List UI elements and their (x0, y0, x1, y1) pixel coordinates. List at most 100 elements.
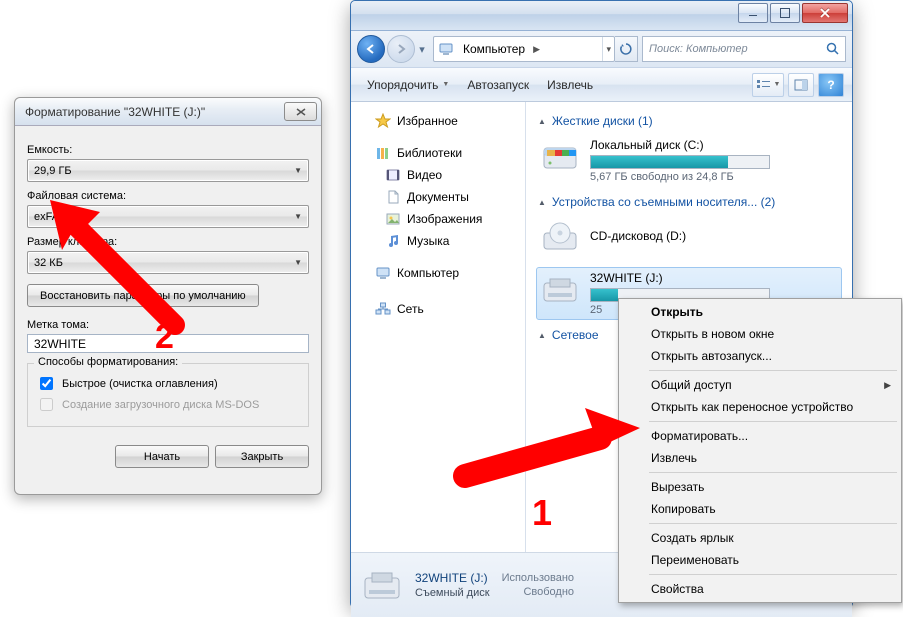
submenu-arrow-icon: ▶ (884, 380, 891, 391)
group-removable-label: Устройства со съемными носителя... (2) (552, 195, 775, 209)
navtree-computer[interactable]: Компьютер (357, 262, 519, 284)
ctx-copy[interactable]: Копировать (621, 498, 899, 520)
navtree-pictures[interactable]: Изображения (357, 208, 519, 230)
maximize-button[interactable] (770, 3, 800, 23)
quick-format-checkbox[interactable]: Быстрое (очистка оглавления) (36, 374, 300, 393)
network-icon (375, 301, 391, 317)
start-button[interactable]: Начать (115, 445, 209, 468)
group-hard-disks[interactable]: ▲Жесткие диски (1) (538, 114, 842, 128)
navtree-network[interactable]: Сеть (357, 298, 519, 320)
quick-format-label: Быстрое (очистка оглавления) (62, 378, 218, 390)
format-options-legend: Способы форматирования: (34, 356, 182, 368)
ctx-format[interactable]: Форматировать... (621, 425, 899, 447)
ctx-rename[interactable]: Переименовать (621, 549, 899, 571)
ctx-share[interactable]: Общий доступ▶ (621, 374, 899, 396)
ctx-properties[interactable]: Свойства (621, 578, 899, 600)
ctx-create-shortcut[interactable]: Создать ярлык (621, 527, 899, 549)
navtree-computer-label: Компьютер (397, 266, 459, 280)
close-button[interactable]: Закрыть (215, 445, 309, 468)
ctx-open-new-window[interactable]: Открыть в новом окне (621, 323, 899, 345)
navtree-libraries-label: Библиотеки (397, 146, 462, 160)
forward-button[interactable] (387, 35, 415, 63)
address-dropdown-icon[interactable]: ▾ (602, 37, 614, 61)
chevron-down-icon: ▼ (294, 212, 302, 221)
music-icon (385, 233, 401, 249)
refresh-button[interactable] (615, 36, 638, 62)
ctx-cut[interactable]: Вырезать (621, 476, 899, 498)
ctx-open-portable[interactable]: Открыть как переносное устройство (621, 396, 899, 418)
organize-label: Упорядочить (367, 78, 438, 92)
removable-drive-icon (361, 566, 403, 604)
navtree-music[interactable]: Музыка (357, 230, 519, 252)
filesystem-value: exFAT (34, 211, 65, 223)
computer-icon (434, 41, 458, 57)
autorun-label: Автозапуск (467, 78, 529, 92)
drive-j-label: 32WHITE (J:) (590, 271, 770, 285)
ctx-open-autorun[interactable]: Открыть автозапуск... (621, 345, 899, 367)
search-input[interactable]: Поиск: Компьютер (642, 36, 846, 62)
command-toolbar: Упорядочить ▼ Автозапуск Извлечь ▼ ? (351, 68, 852, 102)
filesystem-combo[interactable]: exFAT ▼ (27, 205, 309, 228)
search-icon (825, 41, 841, 57)
drive-context-menu: Открыть Открыть в новом окне Открыть авт… (618, 298, 902, 603)
nav-row: ▾ Компьютер ▶ ▾ Поиск: Компьютер (351, 31, 852, 68)
eject-label: Извлечь (547, 78, 593, 92)
ctx-eject[interactable]: Извлечь (621, 447, 899, 469)
picture-icon (385, 211, 401, 227)
group-hard-disks-label: Жесткие диски (1) (552, 114, 653, 128)
cluster-combo[interactable]: 32 КБ ▼ (27, 251, 309, 274)
msdos-boot-checkbox: Создание загрузочного диска MS-DOS (36, 395, 300, 414)
status-name: 32WHITE (J:) (415, 571, 490, 585)
drive-item-d[interactable]: CD-дисковод (D:) (536, 215, 842, 263)
organize-button[interactable]: Упорядочить ▼ (359, 74, 457, 96)
nav-history-dropdown[interactable]: ▾ (415, 43, 429, 56)
group-removable[interactable]: ▲Устройства со съемными носителя... (2) (538, 195, 842, 209)
libraries-icon (375, 145, 391, 161)
hard-drive-icon (540, 138, 580, 178)
navtree-videos[interactable]: Видео (357, 164, 519, 186)
msdos-boot-label: Создание загрузочного диска MS-DOS (62, 399, 259, 411)
eject-button[interactable]: Извлечь (539, 74, 601, 96)
view-button[interactable]: ▼ (752, 73, 784, 97)
breadcrumb-root[interactable]: Компьютер (458, 37, 530, 61)
dialog-titlebar[interactable]: Форматирование "32WHITE (J:)" (15, 98, 321, 126)
star-icon (375, 113, 391, 129)
dialog-title: Форматирование "32WHITE (J:)" (25, 105, 284, 119)
annotation-number-2: 2 (155, 318, 174, 357)
removable-drive-icon (540, 271, 580, 311)
status-free-label: Свободно (523, 586, 574, 598)
navigation-pane: Избранное Библиотеки Видео Документы Изо… (351, 102, 526, 552)
back-button[interactable] (357, 35, 385, 63)
navtree-network-label: Сеть (397, 302, 424, 316)
chevron-down-icon: ▼ (294, 258, 302, 267)
help-button[interactable]: ? (818, 73, 844, 97)
capacity-combo[interactable]: 29,9 ГБ ▼ (27, 159, 309, 182)
window-close-button[interactable] (802, 3, 848, 23)
ctx-open[interactable]: Открыть (621, 301, 899, 323)
document-icon (385, 189, 401, 205)
quick-format-input[interactable] (40, 377, 53, 390)
navtree-videos-label: Видео (407, 168, 442, 182)
breadcrumb-arrow-icon[interactable]: ▶ (530, 37, 543, 61)
cluster-label: Размер кластера: (27, 236, 309, 248)
navtree-documents-label: Документы (407, 190, 469, 204)
restore-defaults-button[interactable]: Восстановить параметры по умолчанию (27, 284, 259, 307)
navtree-music-label: Музыка (407, 234, 449, 248)
navtree-libraries[interactable]: Библиотеки (357, 142, 519, 164)
navtree-documents[interactable]: Документы (357, 186, 519, 208)
navtree-favorites-label: Избранное (397, 114, 458, 128)
navtree-favorites[interactable]: Избранное (357, 110, 519, 132)
minimize-button[interactable] (738, 3, 768, 23)
status-type: Съемный диск (415, 587, 490, 599)
video-icon (385, 167, 401, 183)
dialog-close-button[interactable] (284, 102, 317, 121)
window-titlebar[interactable] (351, 1, 852, 31)
search-placeholder: Поиск: Компьютер (649, 43, 748, 55)
format-dialog: Форматирование "32WHITE (J:)" Емкость: 2… (14, 97, 322, 495)
chevron-down-icon: ▼ (442, 81, 449, 88)
drive-item-c[interactable]: Локальный диск (C:) 5,67 ГБ свободно из … (536, 134, 842, 187)
preview-pane-button[interactable] (788, 73, 814, 97)
navtree-pictures-label: Изображения (407, 212, 482, 226)
autorun-button[interactable]: Автозапуск (459, 74, 537, 96)
address-bar[interactable]: Компьютер ▶ ▾ (433, 36, 615, 62)
